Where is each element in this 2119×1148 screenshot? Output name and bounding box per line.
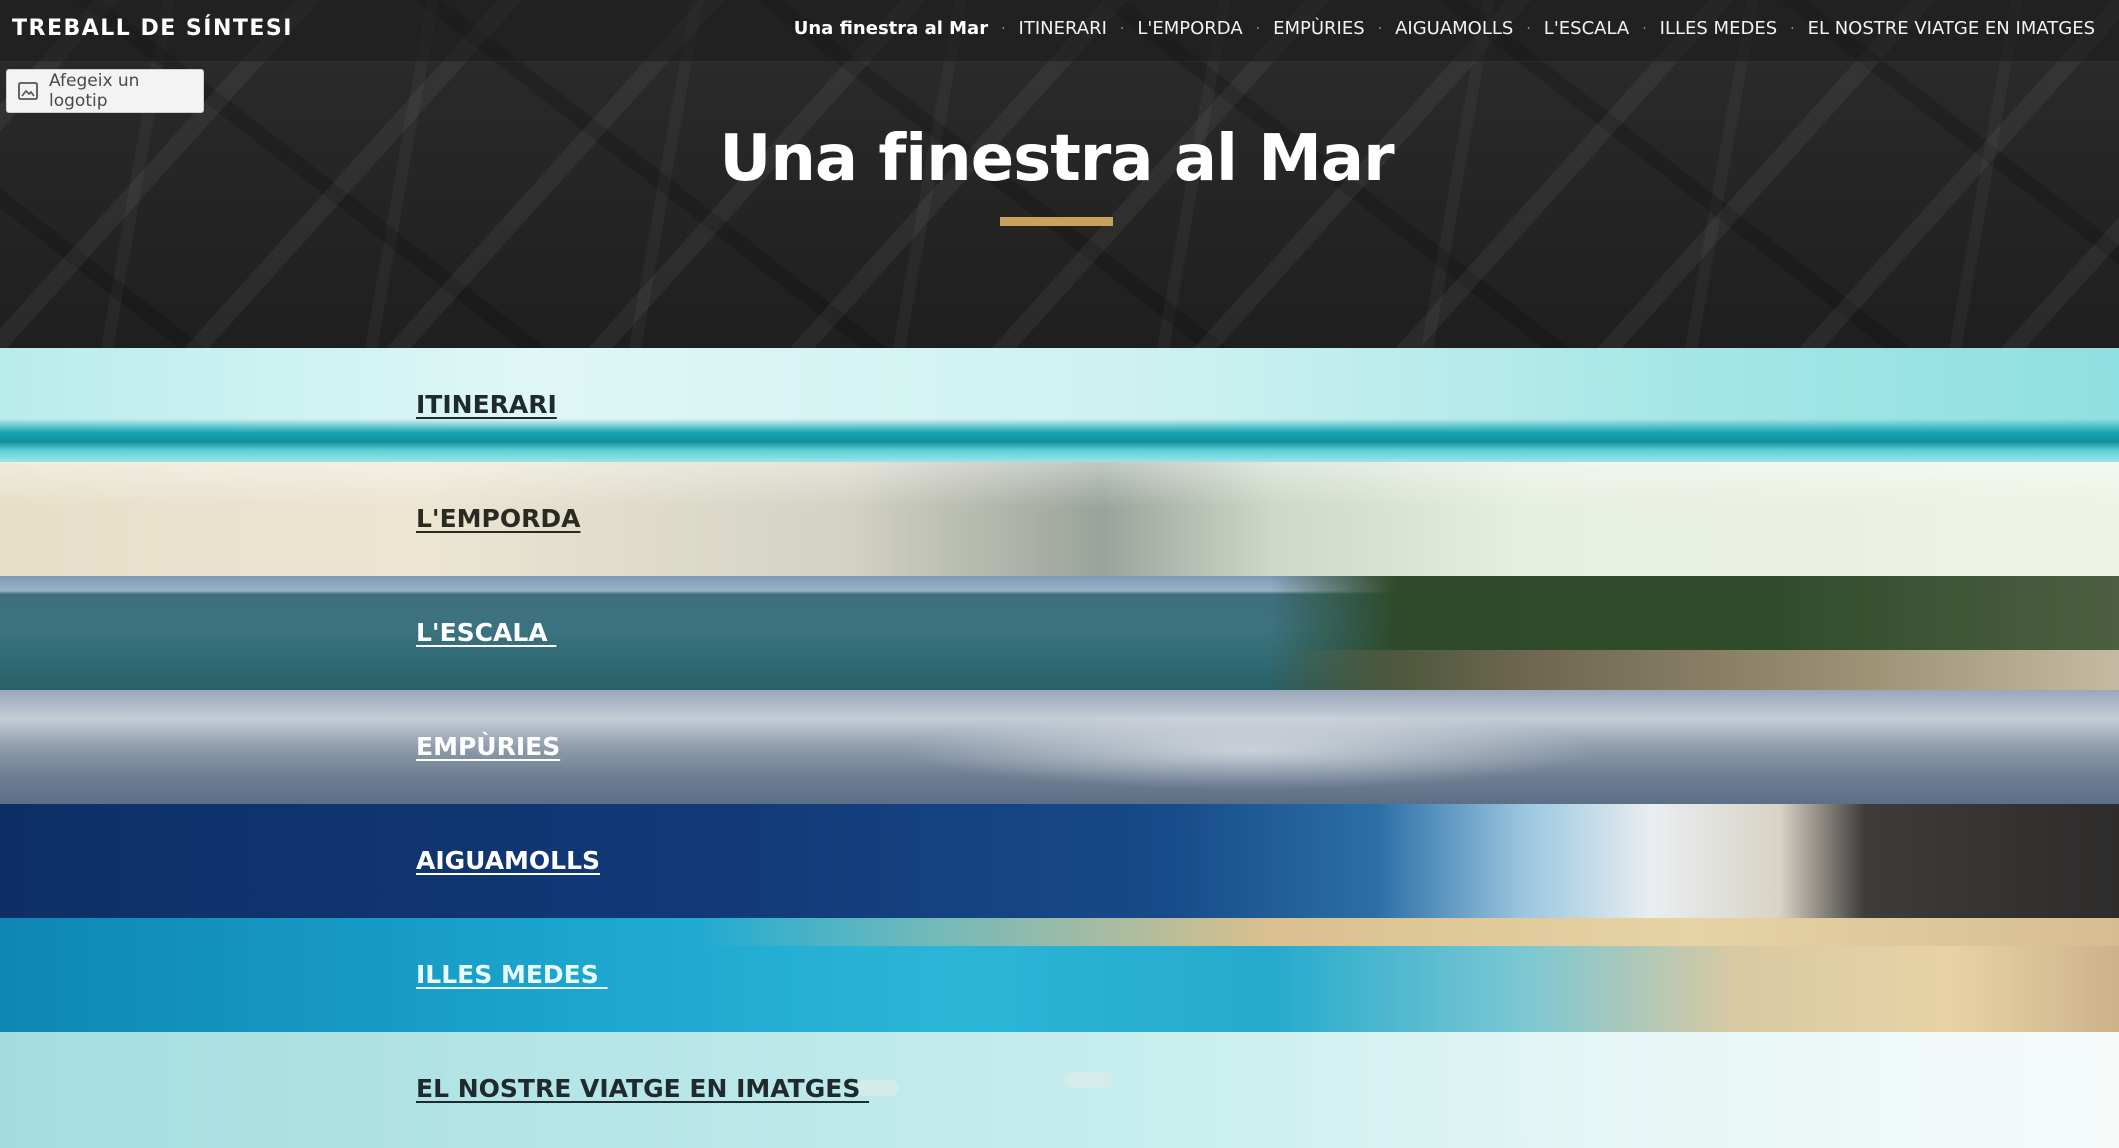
sea-shine-image xyxy=(900,710,1600,790)
image-icon xyxy=(18,82,38,100)
section-band-lescala[interactable]: L'ESCALA xyxy=(0,576,2119,690)
section-link-itinerari[interactable]: ITINERARI xyxy=(416,390,557,419)
nav-separator: · xyxy=(1255,20,1261,37)
coast-rocks-image xyxy=(1269,650,2119,690)
section-band-itinerari[interactable]: ITINERARI xyxy=(0,348,2119,462)
nav-item-itinerari[interactable]: ITINERARI xyxy=(1019,18,1107,39)
nav-separator: · xyxy=(1526,20,1531,37)
section-band-aiguamolls[interactable]: AIGUAMOLLS xyxy=(0,804,2119,918)
section-band-viatge-imatges[interactable]: EL NOSTRE VIATGE EN IMATGES xyxy=(0,1032,2119,1148)
section-link-aiguamolls[interactable]: AIGUAMOLLS xyxy=(416,846,600,875)
section-link-emporda[interactable]: L'EMPORDA xyxy=(416,504,580,533)
nav-item-home[interactable]: Una finestra al Mar xyxy=(794,18,988,39)
nav-separator: · xyxy=(1119,20,1125,37)
section-link-viatge-imatges[interactable]: EL NOSTRE VIATGE EN IMATGES xyxy=(416,1074,869,1103)
page-title: Una finestra al Mar xyxy=(719,122,1394,196)
nav-separator: · xyxy=(1377,20,1383,37)
section-link-illes-medes[interactable]: ILLES MEDES xyxy=(416,960,607,989)
nav-separator: · xyxy=(1001,20,1006,37)
add-logo-label: Afegeix un logotip xyxy=(49,71,140,111)
nav-item-viatge-imatges[interactable]: EL NOSTRE VIATGE EN IMATGES xyxy=(1808,18,2095,39)
nav-item-lescala[interactable]: L'ESCALA xyxy=(1544,18,1629,39)
section-band-empuries[interactable]: EMPÙRIES xyxy=(0,690,2119,804)
section-band-illes-medes[interactable]: ILLES MEDES xyxy=(0,918,2119,1032)
hero-banner: TREBALL DE SÍNTESI Una finestra al Mar ·… xyxy=(0,0,2119,348)
nav-item-illes-medes[interactable]: ILLES MEDES xyxy=(1660,18,1777,39)
nav-item-emporda[interactable]: L'EMPORDA xyxy=(1137,18,1242,39)
add-logo-button[interactable]: Afegeix un logotip xyxy=(6,69,204,113)
nav-separator: · xyxy=(1790,20,1795,37)
section-link-empuries[interactable]: EMPÙRIES xyxy=(416,732,560,761)
section-band-emporda[interactable]: L'EMPORDA xyxy=(0,462,2119,576)
title-underline xyxy=(1000,217,1113,226)
nav-item-aiguamolls[interactable]: AIGUAMOLLS xyxy=(1395,18,1513,39)
nav-item-empuries[interactable]: EMPÙRIES xyxy=(1273,18,1365,39)
beach-shore-image xyxy=(700,918,2119,946)
boat-image xyxy=(1065,1072,1113,1088)
top-navigation-bar: TREBALL DE SÍNTESI Una finestra al Mar ·… xyxy=(0,0,2119,62)
nav-separator: · xyxy=(1642,20,1647,37)
section-link-lescala[interactable]: L'ESCALA xyxy=(416,618,556,647)
main-nav: Una finestra al Mar · ITINERARI · L'EMPO… xyxy=(794,18,2095,39)
site-title[interactable]: TREBALL DE SÍNTESI xyxy=(12,16,293,41)
